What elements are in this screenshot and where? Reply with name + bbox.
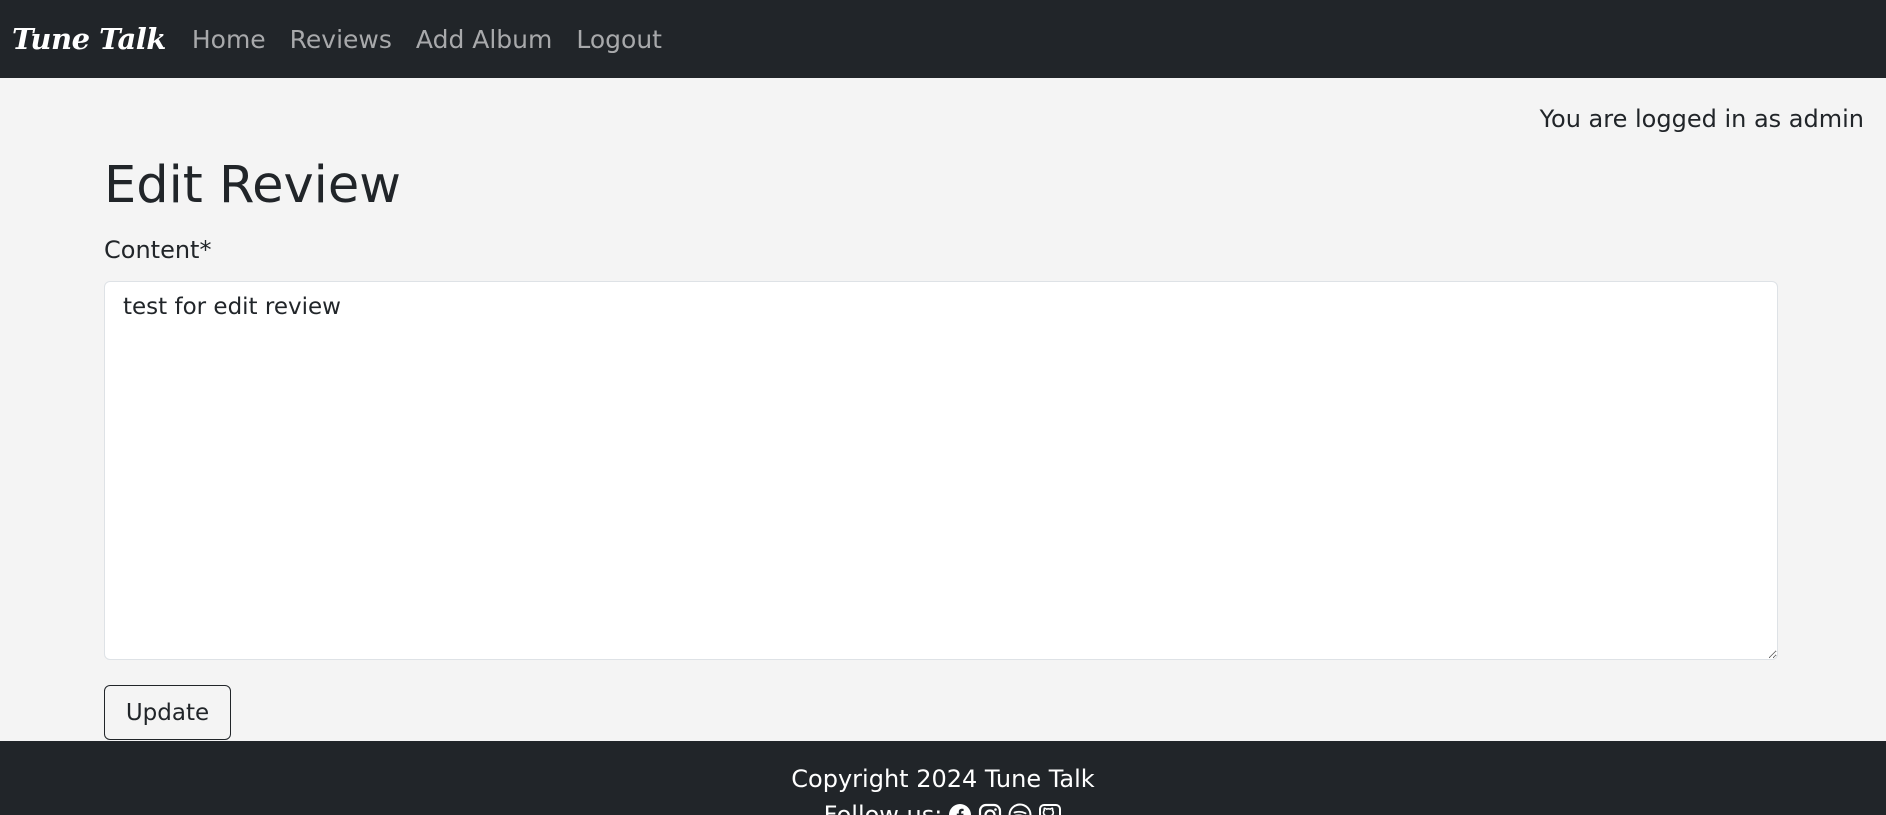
spotify-icon[interactable] xyxy=(1008,803,1032,815)
nav-link-home[interactable]: Home xyxy=(192,25,266,54)
copyright-text: Copyright 2024 Tune Talk xyxy=(791,765,1095,793)
page-title: Edit Review xyxy=(104,156,401,215)
brand-logo[interactable]: Tune Talk xyxy=(12,22,166,56)
content-textarea[interactable]: test for edit review xyxy=(104,281,1778,660)
login-status: You are logged in as admin xyxy=(1539,105,1864,133)
follow-label: Follow us: xyxy=(823,801,943,815)
instagram-icon[interactable] xyxy=(978,803,1002,815)
facebook-icon[interactable] xyxy=(948,803,972,815)
update-button[interactable]: Update xyxy=(104,685,231,740)
github-icon[interactable] xyxy=(1038,803,1062,815)
footer: Copyright 2024 Tune Talk Follow us: xyxy=(0,741,1886,815)
nav-link-reviews[interactable]: Reviews xyxy=(290,25,392,54)
follow-row: Follow us: xyxy=(0,801,1886,815)
content-label: Content* xyxy=(104,236,212,264)
nav-link-logout[interactable]: Logout xyxy=(576,25,662,54)
nav-link-add-album[interactable]: Add Album xyxy=(416,25,552,54)
navbar: Tune Talk Home Reviews Add Album Logout xyxy=(0,0,1886,78)
